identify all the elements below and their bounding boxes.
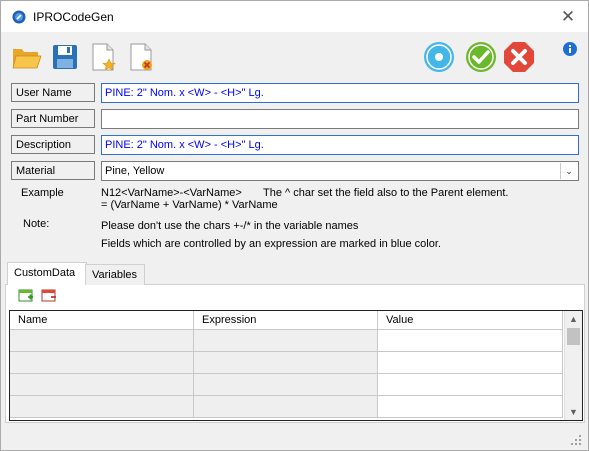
example-line-2: = (VarName + VarName) * VarName [101,199,278,211]
table-cell[interactable] [194,396,378,418]
resize-grip-icon[interactable] [571,435,582,446]
info-icon[interactable] [563,42,577,56]
column-header-value[interactable]: Value [378,311,563,329]
material-value: Pine, Yellow [105,165,165,177]
table-cell[interactable] [194,352,378,374]
table-cell[interactable] [10,374,194,396]
grid-header: Name Expression Value [10,311,563,330]
status-bar [1,428,588,450]
example-label: Example [21,187,64,199]
chevron-down-icon[interactable]: ⌄ [560,163,577,179]
table-row[interactable] [10,374,563,396]
material-dropdown[interactable]: Pine, Yellow ⌄ [101,161,579,181]
material-label: Material [11,161,95,180]
table-cell[interactable] [10,330,194,352]
scroll-down-icon[interactable]: ▼ [569,407,578,417]
app-logo-icon [12,10,26,24]
column-header-expression[interactable]: Expression [194,311,378,329]
part-number-label: Part Number [11,109,95,128]
vertical-scrollbar[interactable]: ▲ ▼ [564,311,582,420]
table-cell[interactable] [10,352,194,374]
save-disk-icon[interactable] [49,41,81,73]
table-cell[interactable] [194,330,378,352]
note-label: Note: [23,218,50,230]
table-row[interactable] [10,396,563,418]
user-name-field[interactable]: PINE: 2" Nom. x <W> - <H>" Lg. [101,83,579,103]
custom-data-grid[interactable]: Name Expression Value ▲ ▼ [9,310,583,421]
open-folder-icon[interactable] [11,41,43,73]
table-cell[interactable] [10,396,194,418]
table-cell[interactable] [378,396,563,418]
table-cell[interactable] [378,374,563,396]
example-line-1: N12<VarName>-<VarName> [101,187,242,199]
remove-row-icon[interactable] [41,288,57,304]
new-document-star-icon[interactable] [87,41,119,73]
delete-document-icon[interactable] [125,41,157,73]
title-bar: IPROCodeGen ✕ [1,1,588,32]
add-row-icon[interactable] [18,288,34,304]
table-cell[interactable] [378,352,563,374]
close-icon[interactable]: ✕ [556,7,580,27]
note-line-1: Please don't use the chars +-/* in the v… [101,220,359,232]
scroll-up-icon[interactable]: ▲ [569,314,578,324]
example-line-1b: The ^ char set the field also to the Par… [263,187,509,199]
column-header-name[interactable]: Name [10,311,194,329]
note-line-2: Fields which are controlled by an expres… [101,238,441,250]
description-field[interactable]: PINE: 2" Nom. x <W> - <H>" Lg. [101,135,579,155]
tab-variables[interactable]: Variables [85,264,145,285]
ok-check-icon[interactable] [465,41,497,73]
window-title: IPROCodeGen [33,10,114,24]
scrollbar-thumb[interactable] [567,328,580,345]
main-window: IPROCodeGen ✕ User Name PINE: 2" Nom. x … [0,0,589,451]
part-number-field[interactable] [101,109,579,129]
table-cell[interactable] [194,374,378,396]
tab-customdata[interactable]: CustomData [7,262,87,285]
table-row[interactable] [10,330,563,352]
description-label: Description [11,135,95,154]
cancel-x-icon[interactable] [503,41,535,73]
info-circle-icon[interactable] [423,41,455,73]
table-cell[interactable] [378,330,563,352]
table-row[interactable] [10,352,563,374]
user-name-label: User Name [11,83,95,102]
